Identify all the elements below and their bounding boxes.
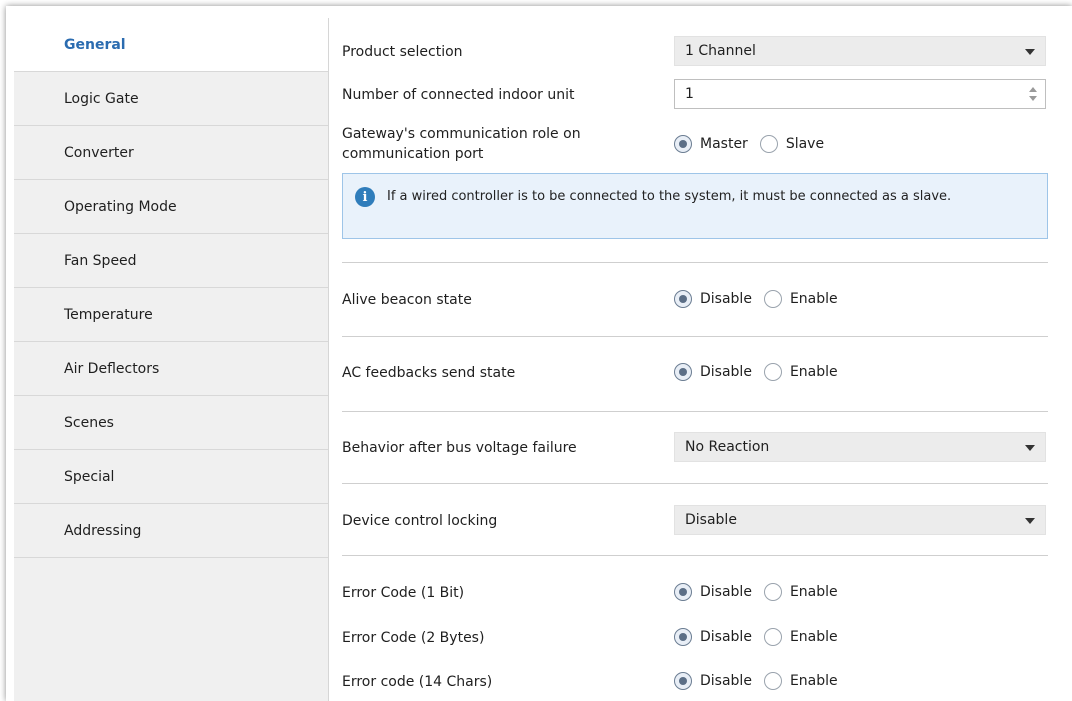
chevron-down-icon bbox=[1025, 49, 1035, 55]
divider bbox=[342, 555, 1048, 556]
disable-radio-label: Disable bbox=[700, 364, 752, 380]
radio-selected-icon bbox=[674, 290, 692, 308]
sidebar-item-converter[interactable]: Converter bbox=[14, 126, 328, 180]
sidebar-item-fan-speed[interactable]: Fan Speed bbox=[14, 234, 328, 288]
sidebar-item-label: Special bbox=[64, 468, 115, 485]
radio-unselected-icon bbox=[763, 363, 782, 381]
alive-beacon-enable-radio[interactable]: Enable bbox=[763, 290, 838, 308]
info-text: If a wired controller is to be connected… bbox=[387, 189, 952, 204]
info-box: i If a wired controller is to be connect… bbox=[342, 173, 1048, 239]
ac-feedbacks-disable-radio[interactable]: Disable bbox=[674, 363, 752, 381]
disable-radio-label: Disable bbox=[700, 291, 752, 307]
error-2bytes-radio-group: Disable Enable bbox=[674, 628, 850, 646]
radio-unselected-icon bbox=[759, 135, 778, 153]
alive-beacon-disable-radio[interactable]: Disable bbox=[674, 290, 752, 308]
error-1bit-enable-radio[interactable]: Enable bbox=[763, 583, 838, 601]
chevron-down-icon bbox=[1025, 518, 1035, 524]
alive-beacon-label: Alive beacon state bbox=[342, 292, 472, 308]
sidebar-item-label: Logic Gate bbox=[64, 90, 139, 107]
radio-unselected-icon bbox=[763, 290, 782, 308]
radio-unselected-icon bbox=[763, 583, 782, 601]
error-2bytes-enable-radio[interactable]: Enable bbox=[763, 628, 838, 646]
sidebar-item-temperature[interactable]: Temperature bbox=[14, 288, 328, 342]
radio-unselected-icon bbox=[763, 672, 782, 690]
divider bbox=[342, 411, 1048, 412]
sidebar: General Logic Gate Converter Operating M… bbox=[14, 18, 329, 701]
sidebar-item-label: Temperature bbox=[64, 306, 153, 323]
sidebar-item-label: Converter bbox=[64, 144, 134, 161]
sidebar-item-addressing[interactable]: Addressing bbox=[14, 504, 328, 558]
error-2bytes-label: Error Code (2 Bytes) bbox=[342, 630, 485, 646]
radio-unselected-icon bbox=[763, 628, 782, 646]
enable-radio-label: Enable bbox=[789, 364, 838, 380]
ac-feedbacks-enable-radio[interactable]: Enable bbox=[763, 363, 838, 381]
radio-selected-icon bbox=[674, 628, 692, 646]
sidebar-item-label: Air Deflectors bbox=[64, 360, 160, 377]
radio-selected-icon bbox=[674, 672, 692, 690]
disable-radio-label: Disable bbox=[700, 629, 752, 645]
spin-down-icon[interactable] bbox=[1029, 96, 1037, 101]
chevron-down-icon bbox=[1025, 445, 1035, 451]
error-1bit-radio-group: Disable Enable bbox=[674, 583, 850, 601]
info-icon: i bbox=[355, 187, 375, 207]
enable-radio-label: Enable bbox=[789, 291, 838, 307]
bus-failure-value: No Reaction bbox=[685, 439, 770, 455]
sidebar-item-logic-gate[interactable]: Logic Gate bbox=[14, 72, 328, 126]
control-locking-label: Device control locking bbox=[342, 513, 498, 529]
product-selection-label: Product selection bbox=[342, 44, 463, 60]
comm-role-radio-group: Master Slave bbox=[674, 135, 836, 153]
bus-failure-dropdown[interactable]: No Reaction bbox=[674, 432, 1046, 462]
sidebar-item-special[interactable]: Special bbox=[14, 450, 328, 504]
comm-role-label-line1: Gateway's communication role on bbox=[342, 126, 581, 142]
product-selection-value: 1 Channel bbox=[685, 43, 756, 59]
error-1bit-disable-radio[interactable]: Disable bbox=[674, 583, 752, 601]
enable-radio-label: Enable bbox=[789, 629, 838, 645]
ac-feedbacks-radio-group: Disable Enable bbox=[674, 363, 850, 381]
slave-radio-label: Slave bbox=[785, 136, 825, 152]
error-2bytes-disable-radio[interactable]: Disable bbox=[674, 628, 752, 646]
sidebar-item-operating-mode[interactable]: Operating Mode bbox=[14, 180, 328, 234]
radio-selected-icon bbox=[674, 583, 692, 601]
disable-radio-label: Disable bbox=[700, 673, 752, 689]
disable-radio-label: Disable bbox=[700, 584, 752, 600]
error-14chars-enable-radio[interactable]: Enable bbox=[763, 672, 838, 690]
spin-up-icon[interactable] bbox=[1029, 87, 1037, 92]
sidebar-item-label: Addressing bbox=[64, 522, 142, 539]
app-window: General Logic Gate Converter Operating M… bbox=[6, 6, 1072, 701]
sidebar-item-air-deflectors[interactable]: Air Deflectors bbox=[14, 342, 328, 396]
control-locking-dropdown[interactable]: Disable bbox=[674, 505, 1046, 535]
radio-selected-icon bbox=[674, 363, 692, 381]
indoor-units-value: 1 bbox=[685, 86, 694, 102]
bus-failure-label: Behavior after bus voltage failure bbox=[342, 440, 577, 456]
indoor-units-spinbox[interactable]: 1 bbox=[674, 79, 1046, 109]
divider bbox=[342, 262, 1048, 263]
control-locking-value: Disable bbox=[685, 512, 737, 528]
master-radio[interactable]: Master bbox=[674, 135, 748, 153]
product-selection-dropdown[interactable]: 1 Channel bbox=[674, 36, 1046, 66]
error-14chars-radio-group: Disable Enable bbox=[674, 672, 850, 690]
sidebar-item-label: General bbox=[64, 36, 126, 53]
enable-radio-label: Enable bbox=[789, 584, 838, 600]
sidebar-item-general[interactable]: General bbox=[14, 18, 328, 72]
comm-role-label-line2: communication port bbox=[342, 146, 484, 162]
master-radio-label: Master bbox=[700, 136, 748, 152]
sidebar-item-label: Fan Speed bbox=[64, 252, 137, 269]
divider bbox=[342, 336, 1048, 337]
error-14chars-disable-radio[interactable]: Disable bbox=[674, 672, 752, 690]
sidebar-item-scenes[interactable]: Scenes bbox=[14, 396, 328, 450]
alive-beacon-radio-group: Disable Enable bbox=[674, 290, 850, 308]
settings-panel: Product selection 1 Channel Number of co… bbox=[328, 18, 1072, 701]
sidebar-item-label: Scenes bbox=[64, 414, 114, 431]
error-1bit-label: Error Code (1 Bit) bbox=[342, 585, 465, 601]
error-14chars-label: Error code (14 Chars) bbox=[342, 674, 493, 690]
ac-feedbacks-label: AC feedbacks send state bbox=[342, 365, 516, 381]
radio-selected-icon bbox=[674, 135, 692, 153]
indoor-units-label: Number of connected indoor unit bbox=[342, 87, 575, 103]
enable-radio-label: Enable bbox=[789, 673, 838, 689]
divider bbox=[342, 483, 1048, 484]
sidebar-item-label: Operating Mode bbox=[64, 198, 177, 215]
slave-radio[interactable]: Slave bbox=[759, 135, 825, 153]
